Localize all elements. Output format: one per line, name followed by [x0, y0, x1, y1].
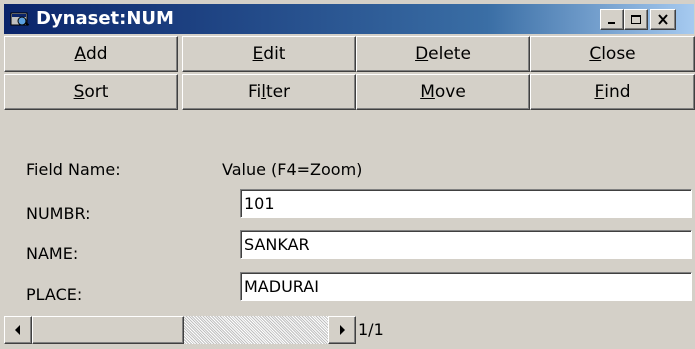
minimize-icon	[608, 21, 615, 24]
dynaset-icon	[10, 12, 30, 27]
add-button[interactable]: Add	[4, 36, 178, 72]
find-button[interactable]: Find	[530, 74, 695, 110]
scroll-thumb[interactable]	[32, 316, 184, 344]
field-label-numbr: NUMBR:	[26, 204, 91, 223]
record-scrollbar[interactable]	[4, 316, 356, 344]
edit-button[interactable]: Edit	[182, 36, 356, 72]
arrow-right-icon	[340, 325, 345, 335]
move-button[interactable]: Move	[356, 74, 530, 110]
close-button[interactable]: Close	[530, 36, 695, 72]
numbr-field[interactable]: 101	[240, 189, 692, 218]
window-title: Dynaset:NUM	[36, 8, 174, 29]
scroll-right-button[interactable]	[328, 316, 356, 344]
field-label-name: NAME:	[26, 244, 79, 263]
place-field[interactable]: MADURAI	[240, 272, 692, 301]
record-counter: 1/1	[358, 320, 384, 339]
filter-button[interactable]: Fi l ter	[182, 74, 356, 110]
sort-button[interactable]: Sort	[4, 74, 178, 110]
name-field[interactable]: SANKAR	[240, 230, 692, 259]
dynaset-window: Dynaset:NUM Add Edit Delete Close Sort F…	[0, 0, 695, 349]
minimize-button[interactable]	[600, 9, 624, 30]
maximize-icon	[631, 15, 641, 24]
field-name-header: Field Name:	[26, 160, 121, 179]
scroll-left-button[interactable]	[4, 316, 32, 344]
maximize-button[interactable]	[624, 9, 648, 30]
title-bar[interactable]: Dynaset:NUM	[4, 4, 694, 34]
close-icon	[658, 14, 668, 25]
delete-button[interactable]: Delete	[356, 36, 530, 72]
arrow-left-icon	[15, 325, 20, 335]
value-header: Value (F4=Zoom)	[222, 160, 363, 179]
field-label-place: PLACE:	[26, 285, 83, 304]
close-window-button[interactable]	[650, 9, 676, 30]
